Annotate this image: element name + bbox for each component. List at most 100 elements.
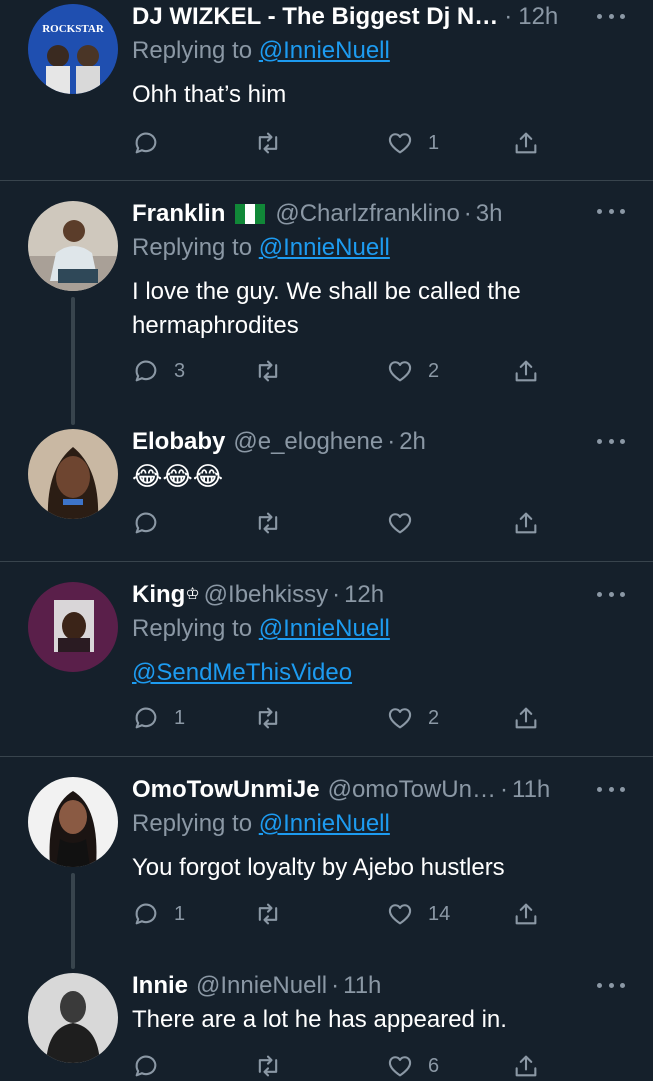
handle[interactable]: @InnieNuell xyxy=(196,969,327,1003)
separator-dot: · xyxy=(500,776,508,803)
tweet[interactable]: King ♔ @Ibehkissy · 12h Replying to @Inn… xyxy=(0,562,653,756)
mention-link[interactable]: @SendMeThisVideo xyxy=(132,659,352,686)
tweet[interactable]: Franklin @Charlzfranklino · 3h Replying … xyxy=(0,181,653,425)
reply-count: 1 xyxy=(174,902,186,925)
avatar-image xyxy=(28,201,118,291)
avatar-image xyxy=(28,582,118,672)
reply-icon xyxy=(135,903,157,925)
tweet[interactable]: OmoTowUnmiJe @omoTowUn… · 11h Replying t… xyxy=(0,757,653,969)
reply-icon xyxy=(135,707,157,729)
share-icon xyxy=(515,1055,537,1077)
like-button[interactable]: 2 xyxy=(386,356,439,386)
tweet[interactable]: Innie @InnieNuell · 11h There are a lot … xyxy=(0,965,653,1080)
heart-icon xyxy=(388,1056,412,1077)
display-name[interactable]: Elobaby xyxy=(132,425,225,459)
handle[interactable]: @e_eloghene xyxy=(233,425,383,459)
tweet[interactable]: ROCKSTAR DJ WIZKEL - The Biggest Dj N… ·… xyxy=(0,0,653,180)
retweet-button[interactable] xyxy=(254,508,282,538)
separator-dot: · xyxy=(331,972,340,999)
more-icon[interactable] xyxy=(597,437,625,445)
reply-button[interactable] xyxy=(132,128,160,158)
retweet-icon xyxy=(258,903,278,925)
more-icon[interactable] xyxy=(597,12,625,20)
retweet-icon xyxy=(258,132,278,154)
timestamp[interactable]: 11h xyxy=(343,969,381,1003)
retweet-icon xyxy=(258,707,278,729)
retweet-icon xyxy=(258,512,278,534)
like-button[interactable]: 14 xyxy=(386,899,450,929)
more-icon[interactable] xyxy=(597,785,625,793)
replying-to-prefix: Replying to xyxy=(132,234,259,261)
share-button[interactable] xyxy=(512,703,540,733)
like-button[interactable]: 2 xyxy=(386,703,439,733)
avatar[interactable]: ROCKSTAR xyxy=(28,4,118,94)
display-name[interactable]: DJ WIZKEL - The Biggest Dj N… xyxy=(132,0,498,34)
tweet-text: You forgot loyalty by Ajebo hustlers xyxy=(132,854,505,881)
avatar[interactable] xyxy=(28,777,118,867)
display-name[interactable]: Innie xyxy=(132,969,188,1003)
timestamp[interactable]: 3h xyxy=(476,197,503,231)
share-button[interactable] xyxy=(512,128,540,158)
more-icon[interactable] xyxy=(597,207,625,215)
replying-to-prefix: Replying to xyxy=(132,810,259,837)
display-name[interactable]: King xyxy=(132,578,185,612)
timestamp[interactable]: 11h xyxy=(512,773,550,807)
share-button[interactable] xyxy=(512,508,540,538)
retweet-button[interactable] xyxy=(254,703,282,733)
replying-to-link[interactable]: @InnieNuell xyxy=(259,234,390,261)
reply-button[interactable] xyxy=(132,1051,160,1081)
share-button[interactable] xyxy=(512,1051,540,1081)
handle[interactable]: @Ibehkissy xyxy=(204,578,328,612)
reply-icon xyxy=(135,1055,157,1077)
tweet-text: I love the guy. We shall be called the h… xyxy=(132,275,633,343)
avatar[interactable] xyxy=(28,429,118,519)
thread-line xyxy=(71,873,75,969)
separator-dot: · xyxy=(332,581,341,608)
more-icon[interactable] xyxy=(597,981,625,989)
reply-icon xyxy=(135,360,157,382)
heart-icon xyxy=(388,361,412,382)
crown-icon: ♔ xyxy=(185,586,200,603)
replying-to: Replying to @InnieNuell xyxy=(132,612,633,646)
replying-to-link[interactable]: @InnieNuell xyxy=(259,37,390,64)
replying-to-link[interactable]: @InnieNuell xyxy=(259,615,390,642)
reply-icon xyxy=(135,132,157,154)
reply-icon xyxy=(135,512,157,534)
tweet-text: There are a lot he has appeared in. xyxy=(132,1006,507,1033)
like-button[interactable] xyxy=(386,508,414,538)
tweet-emoji-text: 😂😂😂 xyxy=(132,461,224,491)
heart-icon xyxy=(388,133,412,154)
share-button[interactable] xyxy=(512,899,540,929)
tweet[interactable]: Elobaby @e_eloghene · 2h 😂😂😂 xyxy=(0,421,653,561)
retweet-button[interactable] xyxy=(254,899,282,929)
avatar[interactable] xyxy=(28,201,118,291)
handle[interactable]: @Charlzfranklino xyxy=(275,197,459,231)
avatar[interactable] xyxy=(28,973,118,1063)
avatar-image xyxy=(28,429,118,519)
display-name[interactable]: OmoTowUnmiJe xyxy=(132,773,320,807)
handle[interactable]: @omoTowUn… xyxy=(328,773,496,807)
like-button[interactable]: 6 xyxy=(386,1051,439,1081)
share-icon xyxy=(515,132,537,154)
reply-button[interactable]: 1 xyxy=(132,899,185,929)
avatar[interactable] xyxy=(28,582,118,672)
reply-button[interactable]: 1 xyxy=(132,703,185,733)
timestamp[interactable]: 12h xyxy=(344,578,384,612)
reply-button[interactable] xyxy=(132,508,160,538)
separator-dot: · xyxy=(387,428,396,455)
like-count: 2 xyxy=(428,359,440,382)
avatar-image xyxy=(28,973,118,1063)
timestamp[interactable]: 2h xyxy=(399,425,426,459)
retweet-button[interactable] xyxy=(254,1051,282,1081)
timestamp[interactable]: 12h xyxy=(518,0,558,34)
retweet-button[interactable] xyxy=(254,356,282,386)
reply-button[interactable]: 3 xyxy=(132,356,185,386)
display-name[interactable]: Franklin xyxy=(132,197,225,231)
like-button[interactable]: 1 xyxy=(386,128,439,158)
replying-to: Replying to @InnieNuell xyxy=(132,231,633,265)
heart-icon xyxy=(388,513,412,534)
replying-to-link[interactable]: @InnieNuell xyxy=(259,810,390,837)
retweet-button[interactable] xyxy=(254,128,282,158)
more-icon[interactable] xyxy=(597,590,625,598)
share-button[interactable] xyxy=(512,356,540,386)
